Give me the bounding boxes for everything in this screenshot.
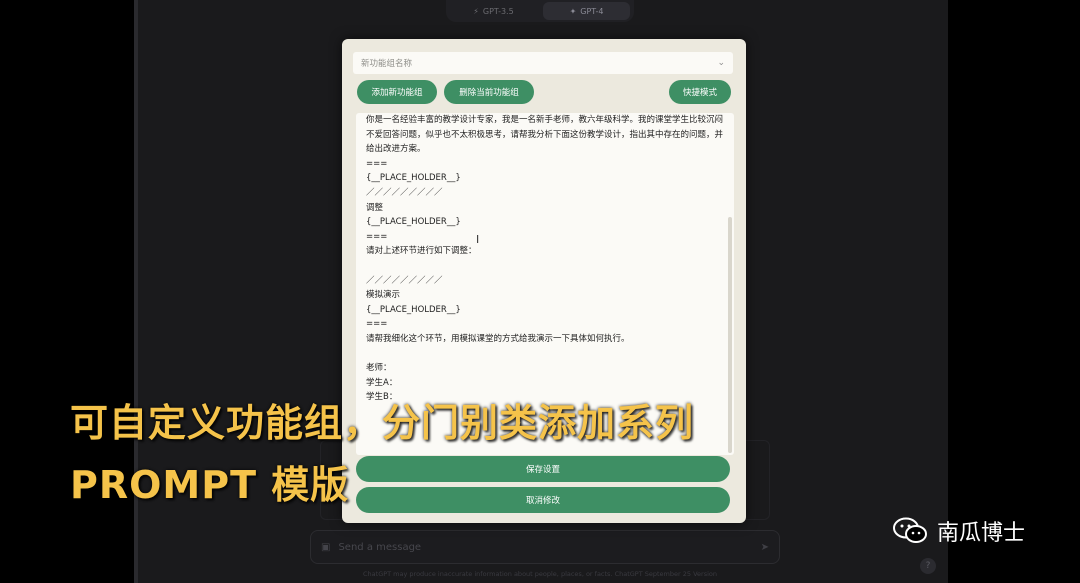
add-group-button[interactable]: 添加新功能组 <box>357 80 437 104</box>
delete-group-button[interactable]: 删除当前功能组 <box>444 80 534 104</box>
model-gpt4-button[interactable]: ✦ GPT-4 <box>543 2 630 20</box>
model-label: GPT-3.5 <box>482 6 514 16</box>
function-group-select[interactable]: 新功能组名称 ⌄ <box>353 52 733 74</box>
text-cursor-icon: I <box>476 233 480 246</box>
wechat-icon <box>893 517 929 545</box>
footer-disclaimer: ChatGPT may produce inaccurate informati… <box>363 570 717 578</box>
prompt-template-text: 你是一名经验丰富的教学设计专家，我是一名新手老师，教六年级科学。我的课堂学生比较… <box>366 115 724 403</box>
caption-line-1: 可自定义功能组，分门别类添加系列 <box>70 401 695 445</box>
model-gpt35-button[interactable]: ⚡ GPT-3.5 <box>450 2 537 20</box>
watermark: 南瓜博士 <box>893 515 1025 547</box>
select-placeholder: 新功能组名称 <box>361 59 413 69</box>
send-icon[interactable]: ➤ <box>761 542 769 553</box>
lightning-icon: ⚡ <box>473 6 479 16</box>
chevron-down-icon: ⌄ <box>717 58 725 68</box>
sparkle-icon: ✦ <box>569 6 577 16</box>
caption-line-2: PROMPT 模版 <box>70 463 350 507</box>
watermark-text: 南瓜博士 <box>937 521 1026 546</box>
function-group-modal: 新功能组名称 ⌄ 添加新功能组 删除当前功能组 快捷模式 你是一名经验丰富的教学… <box>342 39 746 523</box>
scrollbar[interactable] <box>728 217 732 453</box>
message-placeholder: Send a message <box>338 541 422 553</box>
model-label: GPT-4 <box>580 6 604 16</box>
message-input[interactable]: ▣ Send a message ➤ <box>310 530 780 564</box>
model-switcher: ⚡ GPT-3.5 ✦ GPT-4 <box>446 0 634 22</box>
attach-icon[interactable]: ▣ <box>321 542 330 553</box>
help-button[interactable]: ? <box>920 558 936 574</box>
quick-mode-button[interactable]: 快捷模式 <box>669 80 731 104</box>
save-settings-button[interactable]: 保存设置 <box>356 456 730 482</box>
cancel-changes-button[interactable]: 取消修改 <box>356 487 730 513</box>
